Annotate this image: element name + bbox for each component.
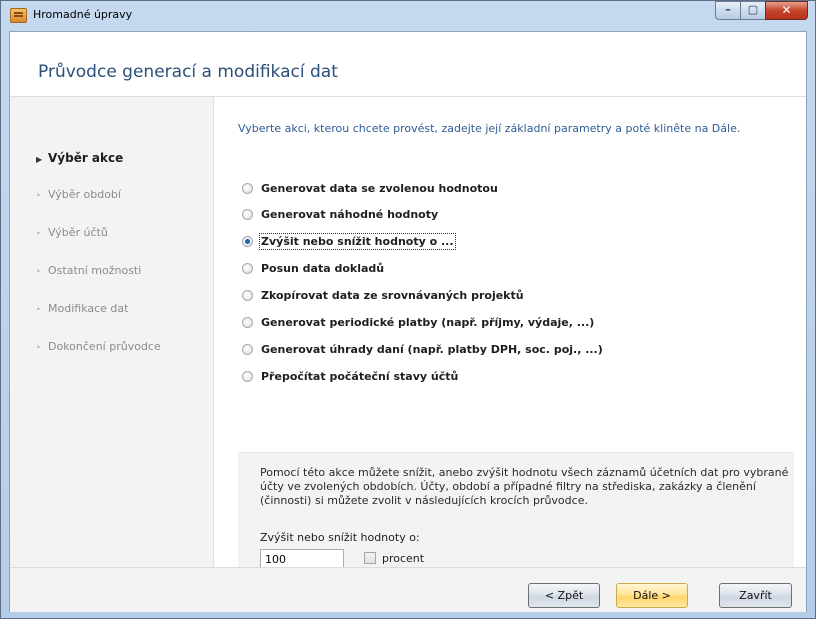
- step-dokonceni-pruvodce: • Dokončení průvodce: [36, 340, 161, 353]
- wizard-client-area: Průvodce generací a modifikací dat ▶ Výbě…: [9, 31, 807, 612]
- window-title: Hromadné úpravy: [33, 8, 133, 21]
- option-posun-data[interactable]: Posun data dokladů: [242, 260, 384, 276]
- app-icon: [10, 8, 27, 23]
- step-bullet-icon: •: [36, 191, 41, 200]
- step-bullet-icon: •: [36, 267, 41, 276]
- radio-button[interactable]: [242, 182, 253, 194]
- instruction-text: Vyberte akci, kterou chcete provést, zad…: [238, 122, 741, 135]
- close-window-button[interactable]: ✕: [765, 1, 808, 20]
- step-bullet-icon: •: [36, 229, 41, 238]
- wizard-main-panel: Vyberte akci, kterou chcete provést, zad…: [214, 97, 806, 588]
- step-vyber-obdobi: • Výběr období: [36, 188, 121, 201]
- step-vyber-uctu: • Výběr účtů: [36, 226, 108, 239]
- maximize-icon: ▢: [747, 3, 759, 16]
- page-title: Průvodce generací a modifikací dat: [38, 62, 338, 82]
- amount-label: Zvýšit nebo snížit hodnoty o:: [260, 531, 420, 544]
- minimize-button[interactable]: –: [715, 1, 741, 20]
- back-button[interactable]: < Zpět: [528, 583, 600, 608]
- close-button[interactable]: Zavřít: [719, 583, 792, 608]
- maximize-button[interactable]: ▢: [740, 1, 766, 20]
- option-description: Pomocí této akce můžete snížit, anebo zv…: [260, 466, 789, 507]
- radio-button[interactable]: [242, 316, 253, 328]
- option-generovat-zvolenou[interactable]: Generovat data se zvolenou hodnotou: [242, 180, 498, 196]
- option-uhrady-dani[interactable]: Generovat úhrady daní (např. platby DPH,…: [242, 341, 603, 357]
- option-zkopirovat-data[interactable]: Zkopírovat data ze srovnávaných projektů: [242, 287, 524, 303]
- radio-button[interactable]: [242, 289, 253, 301]
- option-periodicke-platby[interactable]: Generovat periodické platby (např. příjm…: [242, 314, 594, 330]
- radio-button[interactable]: [242, 262, 253, 274]
- wizard-header: Průvodce generací a modifikací dat: [10, 32, 806, 97]
- step-bullet-icon: ▶: [36, 155, 43, 164]
- radio-button[interactable]: [242, 370, 253, 382]
- wizard-footer: < Zpět Dále > Zavřít: [10, 567, 806, 612]
- wizard-steps-sidebar: ▶ Výběr akce • Výběr období • Výběr účtů • O…: [10, 97, 214, 567]
- percent-label[interactable]: procent: [382, 552, 424, 565]
- radio-button-selected[interactable]: [242, 235, 253, 247]
- step-bullet-icon: •: [36, 343, 41, 352]
- percent-checkbox[interactable]: [364, 552, 376, 564]
- option-generovat-nahodne[interactable]: Generovat náhodné hodnoty: [242, 206, 438, 222]
- step-bullet-icon: •: [36, 305, 41, 314]
- radio-button[interactable]: [242, 343, 253, 355]
- minimize-icon: –: [725, 3, 731, 16]
- option-zvysit-snizit[interactable]: Zvýšit nebo snížit hodnoty o ...: [242, 232, 456, 250]
- step-ostatni-moznosti: • Ostatní možnosti: [36, 264, 142, 277]
- step-vyber-akce: ▶ Výběr akce: [36, 151, 124, 165]
- radio-button[interactable]: [242, 208, 253, 220]
- wizard-window: Hromadné úpravy – ▢ ✕ Průvodce generací …: [0, 0, 816, 619]
- next-button[interactable]: Dále >: [616, 583, 688, 608]
- option-prepocitat-stavy[interactable]: Přepočítat počáteční stavy účtů: [242, 368, 458, 384]
- title-bar: Hromadné úpravy – ▢ ✕: [1, 1, 815, 30]
- close-icon: ✕: [781, 3, 792, 17]
- step-modifikace-dat: • Modifikace dat: [36, 302, 129, 315]
